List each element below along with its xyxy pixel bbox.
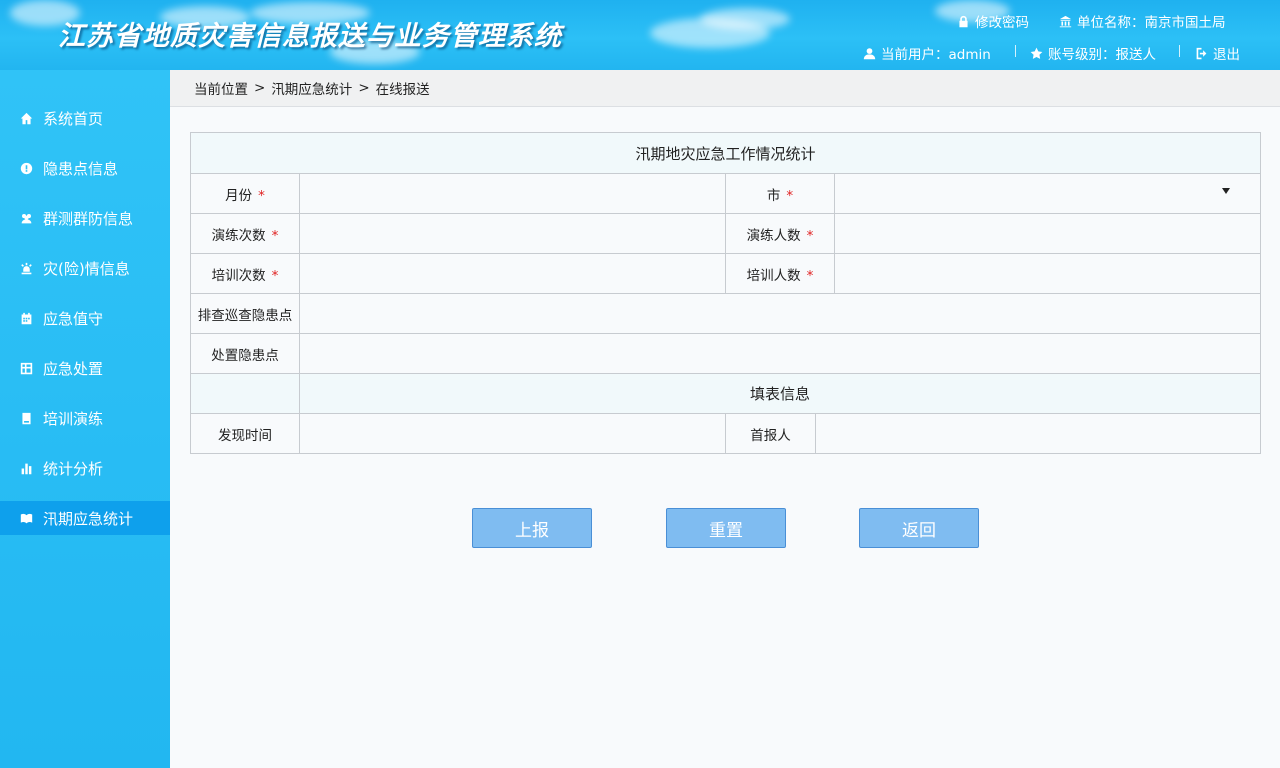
dispose-hazard-cell — [299, 333, 1261, 374]
drill-count-cell — [299, 213, 726, 254]
current-user-label: 当前用户：admin — [881, 47, 991, 63]
month-label: 月份 * — [190, 173, 300, 214]
dropdown-arrow-icon — [1222, 188, 1230, 194]
sidebar-item-label: 灾(险)情信息 — [43, 259, 130, 278]
sidebar-item-emergency-response[interactable]: 应急处置 — [0, 351, 170, 385]
training-count-input[interactable] — [300, 254, 725, 293]
breadcrumb-item[interactable]: 汛期应急统计 — [271, 78, 352, 98]
fill-info-blank-cell — [190, 373, 300, 414]
discover-time-label: 发现时间 — [190, 413, 300, 454]
account-level: 账号级别：报送人 — [1030, 43, 1156, 63]
breadcrumb: 当前位置 > 汛期应急统计 > 在线报送 — [170, 70, 1280, 107]
sidebar-item-training-drills[interactable]: 培训演练 — [0, 401, 170, 435]
breadcrumb-separator: > — [358, 80, 370, 96]
grid-icon — [19, 361, 34, 376]
drill-count-label: 演练次数 * — [190, 213, 300, 254]
drill-people-label: 演练人数 * — [725, 213, 835, 254]
drill-people-input[interactable] — [835, 214, 1260, 253]
discover-time-input[interactable] — [300, 414, 725, 453]
open-book-icon — [19, 511, 34, 526]
required-mark: * — [271, 227, 279, 244]
month-cell — [299, 173, 726, 214]
month-input[interactable] — [300, 174, 725, 213]
sidebar-item-label: 应急值守 — [43, 309, 104, 328]
fill-info-title: 填表信息 — [299, 373, 1261, 414]
account-level-label: 账号级别：报送人 — [1048, 47, 1156, 63]
sidebar-item-hazard-points[interactable]: 隐患点信息 — [0, 151, 170, 185]
unit-name: 单位名称：南京市国土局 — [1059, 11, 1226, 31]
required-mark: * — [806, 267, 814, 284]
discover-time-cell — [299, 413, 726, 454]
sidebar-item-label: 隐患点信息 — [43, 159, 119, 178]
home-icon — [19, 111, 34, 126]
unit-name-label: 单位名称：南京市国土局 — [1077, 15, 1226, 31]
inspect-hazard-label: 排查巡查隐患点 — [190, 293, 300, 334]
header-divider — [1179, 45, 1180, 57]
required-mark: * — [786, 187, 794, 204]
breadcrumb-item: 当前位置 — [194, 82, 248, 98]
logout-icon — [1196, 47, 1207, 59]
report-form-table: 汛期地灾应急工作情况统计 月份 * 市 * 演练次数 * 演练人数 * 培训次数 * 培训… — [190, 132, 1261, 454]
training-count-label: 培训次数 * — [190, 253, 300, 294]
breadcrumb-separator: > — [254, 80, 266, 96]
star-icon — [1030, 47, 1043, 59]
reset-button[interactable]: 重置 — [666, 508, 786, 548]
training-people-cell — [834, 253, 1261, 294]
required-mark: * — [271, 267, 279, 284]
sidebar-item-mass-monitoring[interactable]: 群测群防信息 — [0, 201, 170, 235]
sidebar: 系统首页 隐患点信息 群测群防信息 灾(险)情信息 应急值守 应急处置 培训演练… — [0, 70, 170, 768]
breadcrumb-item: 在线报送 — [375, 82, 430, 98]
cloud-decoration — [700, 8, 790, 30]
sidebar-item-flood-season-stats[interactable]: 汛期应急统计 — [0, 501, 170, 535]
training-count-cell — [299, 253, 726, 294]
book-icon — [19, 411, 34, 426]
sidebar-item-label: 应急处置 — [43, 359, 104, 378]
sidebar-item-label: 培训演练 — [43, 409, 104, 428]
sidebar-item-label: 汛期应急统计 — [43, 509, 134, 528]
drill-count-input[interactable] — [300, 214, 725, 253]
required-mark: * — [806, 227, 814, 244]
calendar-icon — [19, 311, 34, 326]
city-label: 市 * — [725, 173, 835, 214]
header-divider — [1015, 45, 1016, 57]
current-user: 当前用户：admin — [863, 43, 991, 63]
siren-icon — [19, 261, 34, 276]
submit-button[interactable]: 上报 — [472, 508, 592, 548]
users-icon — [19, 211, 34, 226]
lock-icon — [959, 15, 968, 27]
dispose-hazard-input[interactable] — [300, 334, 1260, 373]
reporter-cell — [815, 413, 1261, 454]
required-mark: * — [258, 187, 265, 204]
back-button[interactable]: 返回 — [859, 508, 979, 548]
sidebar-item-label: 群测群防信息 — [43, 209, 134, 228]
user-icon — [863, 47, 876, 59]
sidebar-item-home[interactable]: 系统首页 — [0, 101, 170, 135]
training-people-label: 培训人数 * — [725, 253, 835, 294]
reporter-label: 首报人 — [725, 413, 816, 454]
bank-icon — [1059, 15, 1072, 27]
sidebar-item-label: 系统首页 — [43, 109, 104, 128]
change-password-label: 修改密码 — [975, 15, 1029, 31]
sidebar-item-label: 统计分析 — [43, 459, 104, 478]
dispose-hazard-label: 处置隐患点 — [190, 333, 300, 374]
inspect-hazard-input[interactable] — [300, 294, 1260, 333]
bar-chart-icon — [19, 461, 34, 476]
city-select[interactable] — [834, 173, 1261, 214]
inspect-hazard-cell — [299, 293, 1261, 334]
logout-link[interactable]: 退出 — [1195, 43, 1240, 63]
training-people-input[interactable] — [835, 254, 1260, 293]
reporter-input[interactable] — [816, 414, 1260, 453]
drill-people-cell — [834, 213, 1261, 254]
header-bar: 江苏省地质灾害信息报送与业务管理系统 修改密码 单位名称：南京市国土局 当前用户… — [0, 0, 1280, 70]
change-password-link[interactable]: 修改密码 — [957, 11, 1029, 31]
form-title: 汛期地灾应急工作情况统计 — [190, 132, 1261, 174]
sidebar-item-disaster-info[interactable]: 灾(险)情信息 — [0, 251, 170, 285]
app-title: 江苏省地质灾害信息报送与业务管理系统 — [58, 21, 562, 52]
sidebar-item-statistics[interactable]: 统计分析 — [0, 451, 170, 485]
sidebar-item-emergency-duty[interactable]: 应急值守 — [0, 301, 170, 335]
alert-circle-icon — [19, 161, 34, 176]
logout-label: 退出 — [1213, 47, 1240, 63]
